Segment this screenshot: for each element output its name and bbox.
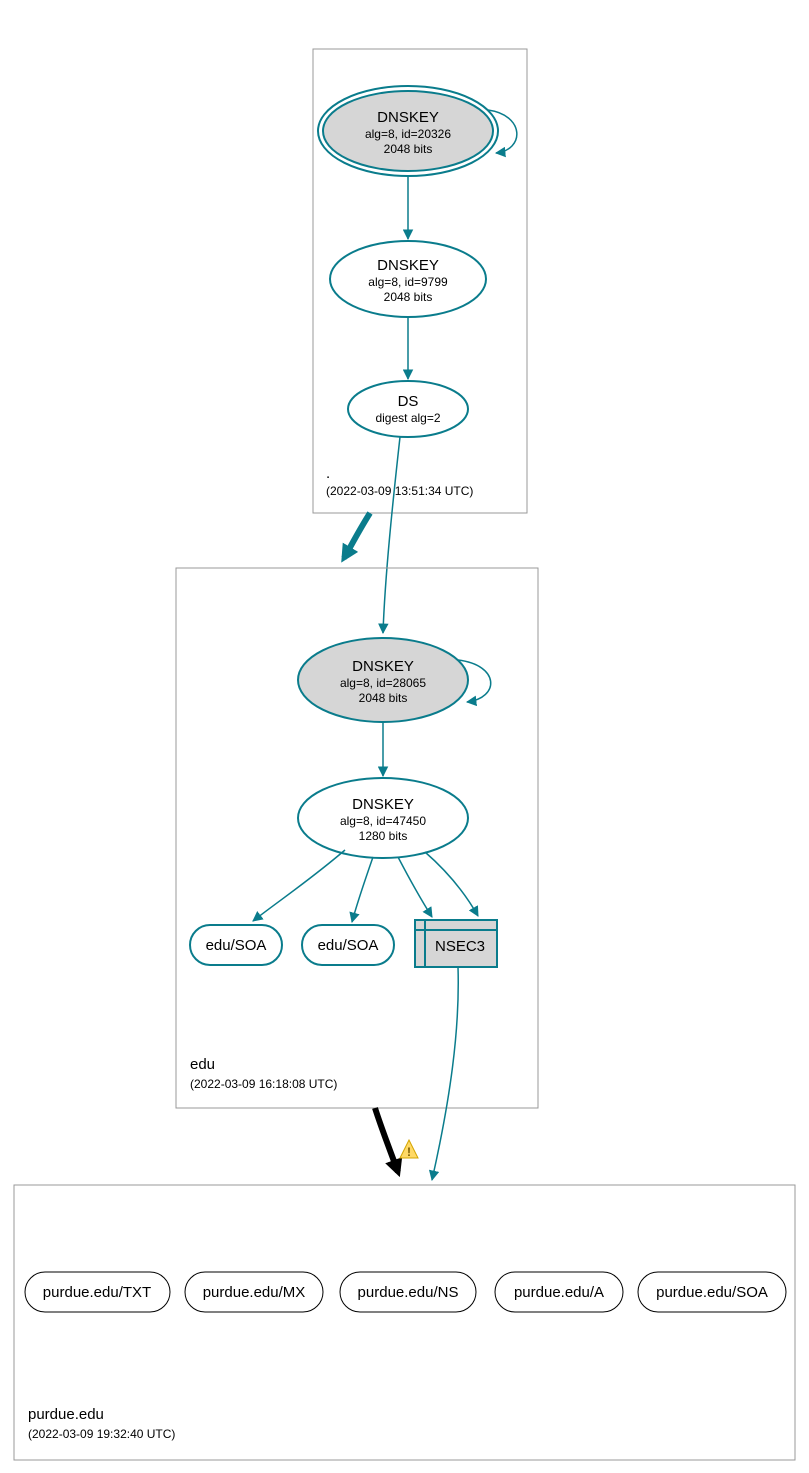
node-edu-zsk[interactable]: DNSKEY alg=8, id=47450 1280 bits [298, 778, 468, 858]
node-root-ksk[interactable]: DNSKEY alg=8, id=20326 2048 bits [318, 86, 498, 176]
svg-text:purdue.edu/NS: purdue.edu/NS [358, 1284, 459, 1301]
dnssec-diagram: . (2022-03-09 13:51:34 UTC) DNSKEY alg=8… [0, 0, 809, 1473]
svg-text:DNSKEY: DNSKEY [352, 796, 414, 813]
svg-text:2048 bits: 2048 bits [359, 691, 408, 705]
svg-text:DNSKEY: DNSKEY [377, 109, 439, 126]
svg-text:purdue.edu/SOA: purdue.edu/SOA [656, 1284, 768, 1301]
edge-edu-zsk-soa1 [253, 850, 345, 921]
edge-root-to-edu-delegation [344, 513, 370, 558]
zone-root-timestamp: (2022-03-09 13:51:34 UTC) [326, 484, 473, 498]
zone-root-label: . [326, 465, 330, 482]
svg-text:edu/SOA: edu/SOA [206, 937, 267, 954]
node-purdue-mx[interactable]: purdue.edu/MX [185, 1272, 323, 1312]
svg-text:alg=8, id=28065: alg=8, id=28065 [340, 676, 426, 690]
zone-purdue-timestamp: (2022-03-09 19:32:40 UTC) [28, 1427, 175, 1441]
node-purdue-soa[interactable]: purdue.edu/SOA [638, 1272, 786, 1312]
edge-nsec3-to-purdue [432, 967, 458, 1180]
zone-purdue-label: purdue.edu [28, 1406, 104, 1423]
svg-text:DNSKEY: DNSKEY [377, 257, 439, 274]
svg-text:alg=8, id=47450: alg=8, id=47450 [340, 814, 426, 828]
svg-text:DNSKEY: DNSKEY [352, 658, 414, 675]
svg-text:DS: DS [398, 393, 419, 410]
svg-text:2048 bits: 2048 bits [384, 290, 433, 304]
svg-text:alg=8, id=20326: alg=8, id=20326 [365, 127, 451, 141]
svg-text:edu/SOA: edu/SOA [318, 937, 379, 954]
svg-text:alg=8, id=9799: alg=8, id=9799 [368, 275, 448, 289]
edge-edu-zsk-nsec3-a [398, 857, 432, 917]
node-edu-soa-1[interactable]: edu/SOA [190, 925, 282, 965]
zone-edu: edu (2022-03-09 16:18:08 UTC) DNSKEY alg… [176, 568, 538, 1108]
node-purdue-a[interactable]: purdue.edu/A [495, 1272, 623, 1312]
node-edu-nsec3[interactable]: NSEC3 [415, 920, 497, 967]
warning-icon: ! [400, 1140, 418, 1159]
svg-text:1280 bits: 1280 bits [359, 829, 408, 843]
svg-text:!: ! [407, 1145, 411, 1159]
edge-ds-to-edu-ksk [383, 437, 400, 633]
svg-text:digest alg=2: digest alg=2 [375, 411, 440, 425]
svg-text:purdue.edu/MX: purdue.edu/MX [203, 1284, 306, 1301]
zone-edu-timestamp: (2022-03-09 16:18:08 UTC) [190, 1077, 337, 1091]
node-edu-soa-2[interactable]: edu/SOA [302, 925, 394, 965]
node-purdue-txt[interactable]: purdue.edu/TXT [25, 1272, 170, 1312]
node-root-ds[interactable]: DS digest alg=2 [348, 381, 468, 437]
zone-edu-label: edu [190, 1056, 215, 1073]
edge-edu-to-purdue-delegation [375, 1108, 398, 1172]
node-root-zsk[interactable]: DNSKEY alg=8, id=9799 2048 bits [330, 241, 486, 317]
node-edu-ksk[interactable]: DNSKEY alg=8, id=28065 2048 bits [298, 638, 468, 722]
edge-edu-zsk-soa2 [352, 857, 373, 922]
svg-text:purdue.edu/A: purdue.edu/A [514, 1284, 604, 1301]
zone-purdue: purdue.edu (2022-03-09 19:32:40 UTC) pur… [14, 1185, 795, 1460]
svg-text:purdue.edu/TXT: purdue.edu/TXT [43, 1284, 151, 1301]
svg-text:2048 bits: 2048 bits [384, 142, 433, 156]
node-purdue-ns[interactable]: purdue.edu/NS [340, 1272, 476, 1312]
edge-edu-zsk-nsec3-b [425, 852, 478, 916]
zone-root: . (2022-03-09 13:51:34 UTC) DNSKEY alg=8… [313, 49, 527, 513]
svg-text:NSEC3: NSEC3 [435, 938, 485, 955]
